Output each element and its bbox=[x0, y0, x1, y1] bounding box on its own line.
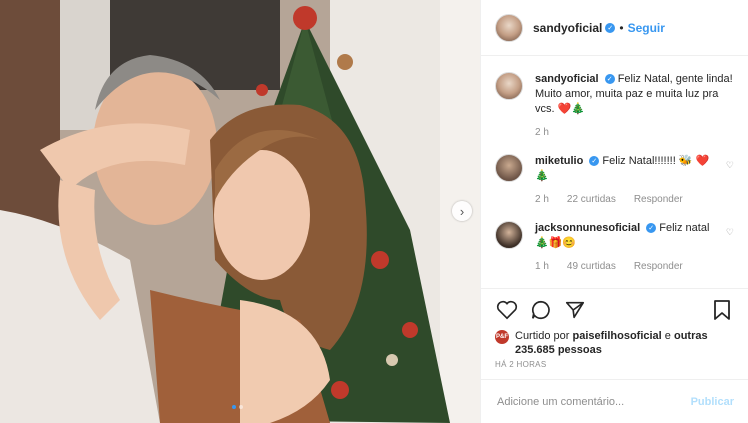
caption-username[interactable]: sandyoficial bbox=[535, 73, 599, 85]
carousel-dot bbox=[232, 405, 236, 409]
caption: sandyoficial ✓ Feliz Natal, gente linda!… bbox=[495, 72, 734, 140]
reply-button[interactable]: Responder bbox=[634, 259, 683, 274]
comment-bubble-icon[interactable] bbox=[529, 298, 553, 322]
comment-input[interactable] bbox=[495, 394, 691, 409]
save-bookmark-icon[interactable] bbox=[710, 298, 734, 322]
carousel-indicator bbox=[232, 405, 243, 409]
commenter-username[interactable]: jacksonnunesoficial bbox=[535, 222, 640, 234]
verified-badge-icon: ✓ bbox=[605, 22, 616, 33]
liker-username[interactable]: paisefilhosoficial bbox=[572, 330, 661, 342]
post-photo[interactable]: › bbox=[0, 0, 480, 423]
verified-badge-icon: ✓ bbox=[646, 223, 657, 234]
caption-avatar[interactable] bbox=[495, 72, 523, 100]
verified-badge-icon: ✓ bbox=[589, 156, 600, 167]
commenter-avatar[interactable] bbox=[495, 154, 523, 182]
likes-prefix: Curtido por bbox=[515, 330, 570, 342]
comment-like-heart-icon[interactable]: ♡ bbox=[726, 160, 734, 207]
reply-button[interactable]: Responder bbox=[634, 192, 683, 207]
post-actions: P&F Curtido por paisefilhosoficial e out… bbox=[481, 288, 748, 356]
author-avatar[interactable] bbox=[495, 13, 523, 42]
comment-time[interactable]: 1 h bbox=[535, 259, 549, 274]
likes-connector: e bbox=[664, 330, 671, 342]
like-heart-icon[interactable] bbox=[495, 298, 519, 322]
follow-button[interactable]: Seguir bbox=[628, 21, 665, 35]
carousel-next-button[interactable]: › bbox=[452, 201, 472, 221]
publish-button[interactable]: Publicar bbox=[691, 396, 734, 408]
commenter-avatar[interactable] bbox=[495, 221, 523, 249]
header-separator: • bbox=[619, 20, 624, 35]
post-viewer: › sandyoficial ✓ • Seguir sandyoficial ✓… bbox=[0, 0, 748, 423]
post-header: sandyoficial ✓ • Seguir bbox=[481, 0, 748, 56]
comment-item: jacksonnunesoficial ✓ Feliz natal 🎄🎁😊 1 … bbox=[495, 221, 734, 274]
share-paper-plane-icon[interactable] bbox=[563, 298, 587, 322]
verified-badge-icon: ✓ bbox=[604, 74, 615, 85]
comment-time[interactable]: 2 h bbox=[535, 192, 549, 207]
caption-time[interactable]: 2 h bbox=[535, 125, 549, 140]
photo-illustration bbox=[0, 0, 480, 423]
comment-like-heart-icon[interactable]: ♡ bbox=[726, 227, 734, 274]
chevron-right-icon: › bbox=[459, 203, 465, 219]
commenter-username[interactable]: miketulio bbox=[535, 155, 583, 167]
post-side-panel: sandyoficial ✓ • Seguir sandyoficial ✓ F… bbox=[480, 0, 748, 423]
liker-avatar[interactable]: P&F bbox=[495, 330, 509, 344]
comment-item: miketulio ✓ Feliz Natal!!!!!!! 🐝 ❤️🎄 2 h… bbox=[495, 154, 734, 207]
likes-summary: P&F Curtido por paisefilhosoficial e out… bbox=[495, 329, 734, 357]
add-comment-bar: Publicar bbox=[481, 379, 748, 423]
carousel-dot bbox=[239, 405, 243, 409]
author-username[interactable]: sandyoficial bbox=[533, 21, 602, 35]
comments-list[interactable]: sandyoficial ✓ Feliz Natal, gente linda!… bbox=[481, 56, 748, 288]
post-timestamp[interactable]: HÁ 2 HORAS bbox=[481, 360, 748, 369]
comment-likes[interactable]: 22 curtidas bbox=[567, 192, 616, 207]
comment-likes[interactable]: 49 curtidas bbox=[567, 259, 616, 274]
